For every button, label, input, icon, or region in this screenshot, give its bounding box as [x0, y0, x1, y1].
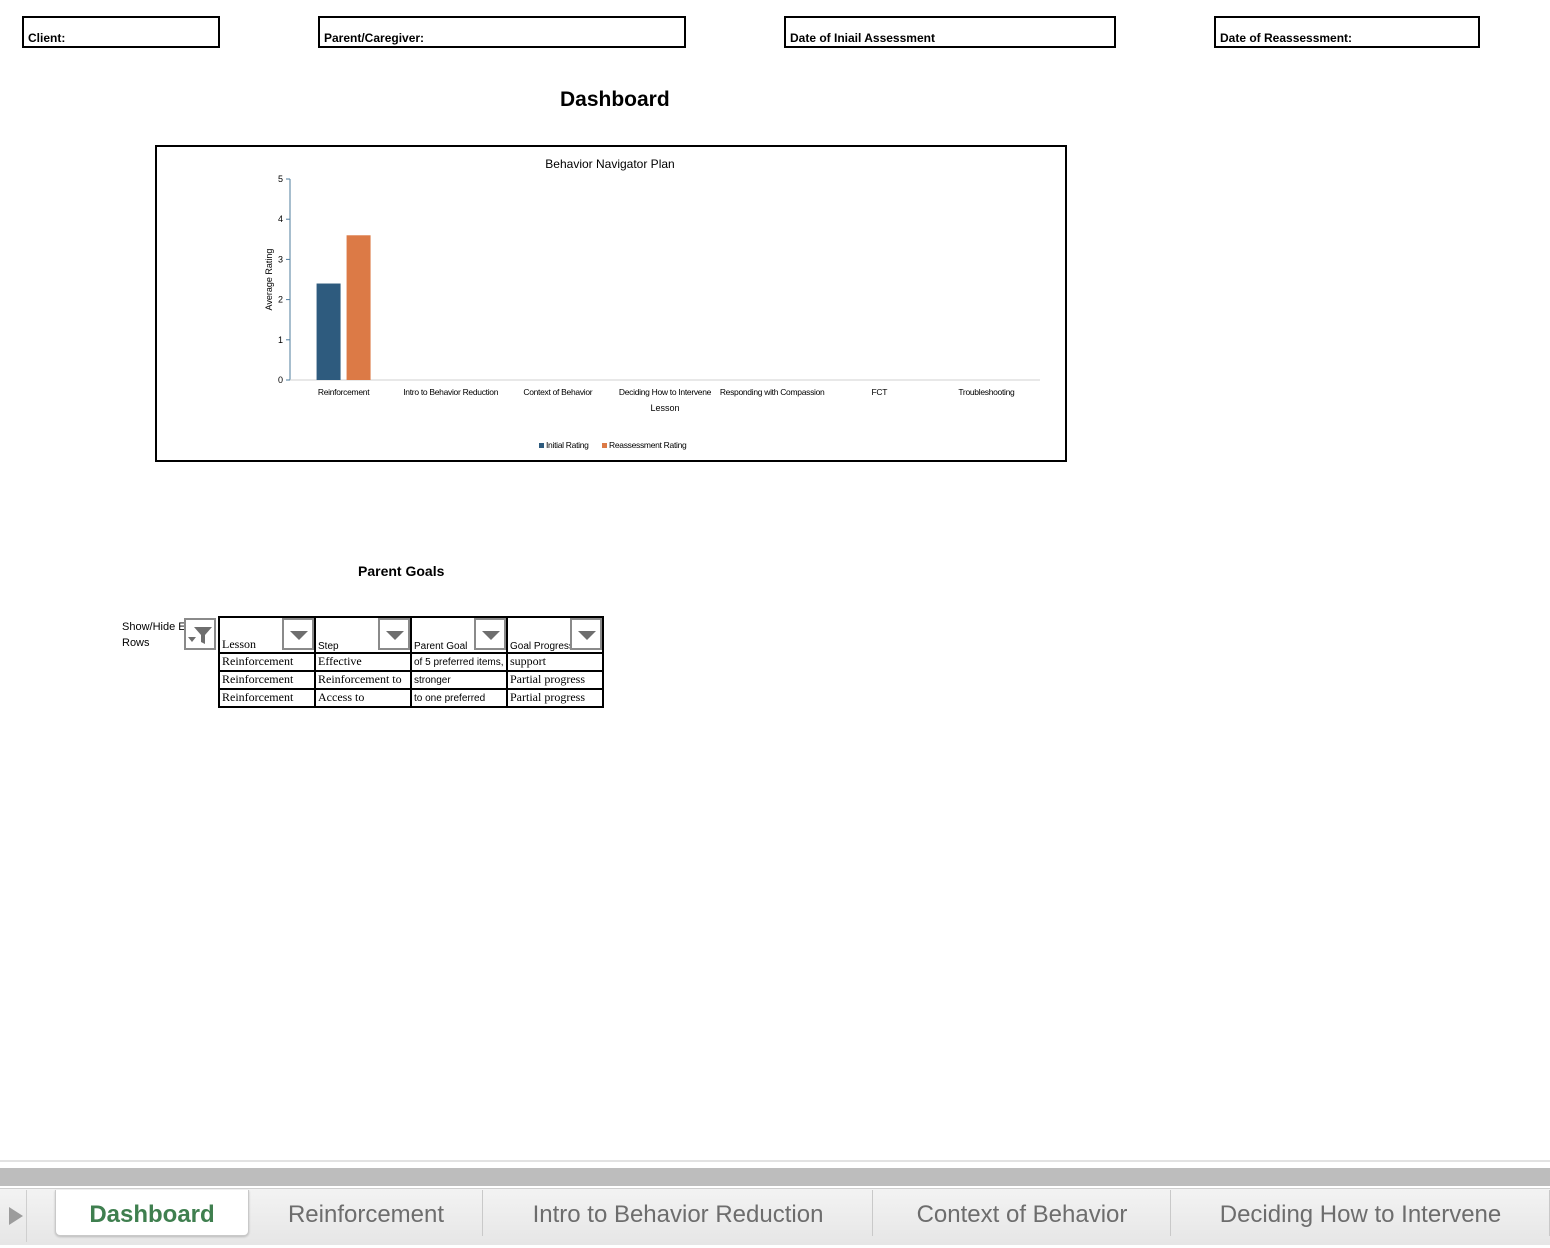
initial-assessment-date-label: Date of Iniail Assessment: [790, 31, 935, 45]
table-cell[interactable]: Reinforcement to: [314, 670, 412, 690]
y-tick-label: 1: [278, 335, 283, 345]
page-title: Dashboard: [560, 88, 670, 111]
table-cell[interactable]: Access to: [314, 688, 412, 708]
filter-label-text: Show/Hide Empty Rows: [122, 621, 186, 649]
table-cell[interactable]: to one preferred: [410, 688, 508, 708]
initial-assessment-date-field[interactable]: Date of Iniail Assessment: [784, 16, 1116, 48]
x-tick-label: Deciding How to Intervene: [619, 387, 712, 397]
bar-initial-rating: [316, 283, 341, 380]
header-label: Lesson: [222, 637, 256, 651]
tab-dashboard[interactable]: Dashboard: [55, 1190, 249, 1236]
bar-reassessment-rating: [346, 235, 371, 380]
filter-button[interactable]: [184, 618, 216, 650]
header-label: Step: [318, 641, 339, 652]
parent-caregiver-field[interactable]: Parent/Caregiver:: [318, 16, 686, 48]
x-tick-label: Intro to Behavior Reduction: [403, 387, 498, 397]
goal-progress-filter-dropdown[interactable]: [570, 619, 601, 650]
y-tick-label: 4: [278, 214, 283, 224]
table-cell[interactable]: support: [506, 652, 604, 672]
step-filter-dropdown[interactable]: [378, 619, 409, 650]
x-tick-label: Reinforcement: [318, 387, 370, 397]
lesson-filter-dropdown[interactable]: [282, 619, 313, 650]
header-label: Parent Goal: [414, 641, 468, 652]
legend-swatch: [539, 443, 544, 448]
column-header-parent-goal: Parent Goal: [410, 616, 508, 654]
horizontal-scrollbar[interactable]: [0, 1168, 1550, 1186]
column-header-goal-progress: Goal Progress: [506, 616, 604, 654]
tab-scroll-right-icon[interactable]: [0, 1190, 27, 1242]
table-cell[interactable]: of 5 preferred items,: [410, 652, 508, 672]
x-tick-label: Context of Behavior: [523, 387, 592, 397]
table-row: Reinforcement Reinforcement to stronger …: [218, 670, 604, 690]
behavior-chart[interactable]: Behavior Navigator Plan 0 1 2 3 4 5 Average Rat…: [155, 145, 1067, 462]
parent-goals-table: Lesson Step Parent Goal Goal Progress Re…: [218, 616, 604, 708]
table-cell[interactable]: stronger: [410, 670, 508, 690]
tab-reinforcement[interactable]: Reinforcement: [250, 1190, 483, 1236]
column-header-lesson: Lesson: [218, 616, 316, 654]
x-axis-label: Lesson: [650, 403, 679, 413]
tab-context-of-behavior[interactable]: Context of Behavior: [874, 1190, 1171, 1236]
y-tick-label: 3: [278, 254, 283, 264]
y-tick-label: 2: [278, 295, 283, 305]
tab-deciding-how-to-intervene[interactable]: Deciding How to Intervene: [1172, 1190, 1550, 1236]
filter-icon: [188, 627, 212, 644]
table-row: Reinforcement Access to to one preferred…: [218, 688, 604, 708]
x-tick-label: Troubleshooting: [958, 387, 1015, 397]
y-tick-label: 5: [278, 174, 283, 184]
x-tick-label: Responding with Compassion: [720, 387, 825, 397]
reassessment-date-label: Date of Reassessment:: [1220, 31, 1353, 45]
reassessment-date-field[interactable]: Date of Reassessment:: [1214, 16, 1480, 48]
table-cell[interactable]: Partial progress: [506, 670, 604, 690]
table-cell[interactable]: Reinforcement: [218, 688, 316, 708]
client-label: Client:: [28, 31, 66, 45]
table-cell[interactable]: Effective: [314, 652, 412, 672]
filter-label: Show/Hide Empty Rows: [122, 619, 186, 653]
chart-title: Behavior Navigator Plan: [545, 157, 674, 171]
table-cell[interactable]: Reinforcement: [218, 652, 316, 672]
x-tick-label: FCT: [871, 387, 887, 397]
legend-label: Initial Rating: [546, 440, 589, 450]
tab-intro-to-behavior-reduction[interactable]: Intro to Behavior Reduction: [484, 1190, 873, 1236]
table-row: Reinforcement Effective of 5 preferred i…: [218, 652, 604, 672]
header-label: Goal Progress: [510, 641, 574, 652]
y-axis-label: Average Rating: [264, 249, 274, 311]
client-field[interactable]: Client:: [22, 16, 220, 48]
table-cell[interactable]: Partial progress: [506, 688, 604, 708]
column-header-step: Step: [314, 616, 412, 654]
table-cell[interactable]: Reinforcement: [218, 670, 316, 690]
chart-canvas: Behavior Navigator Plan 0 1 2 3 4 5 Average Rat…: [264, 157, 1040, 450]
parent-caregiver-label: Parent/Caregiver:: [324, 31, 425, 45]
table-header-row: Lesson Step Parent Goal Goal Progress: [218, 616, 604, 654]
legend-label: Reassessment Rating: [609, 440, 687, 450]
legend-swatch: [602, 443, 607, 448]
y-tick-label: 0: [278, 375, 283, 385]
parent-goal-filter-dropdown[interactable]: [474, 619, 505, 650]
parent-goals-title: Parent Goals: [358, 563, 445, 579]
tabbar-divider: [0, 1160, 1550, 1162]
